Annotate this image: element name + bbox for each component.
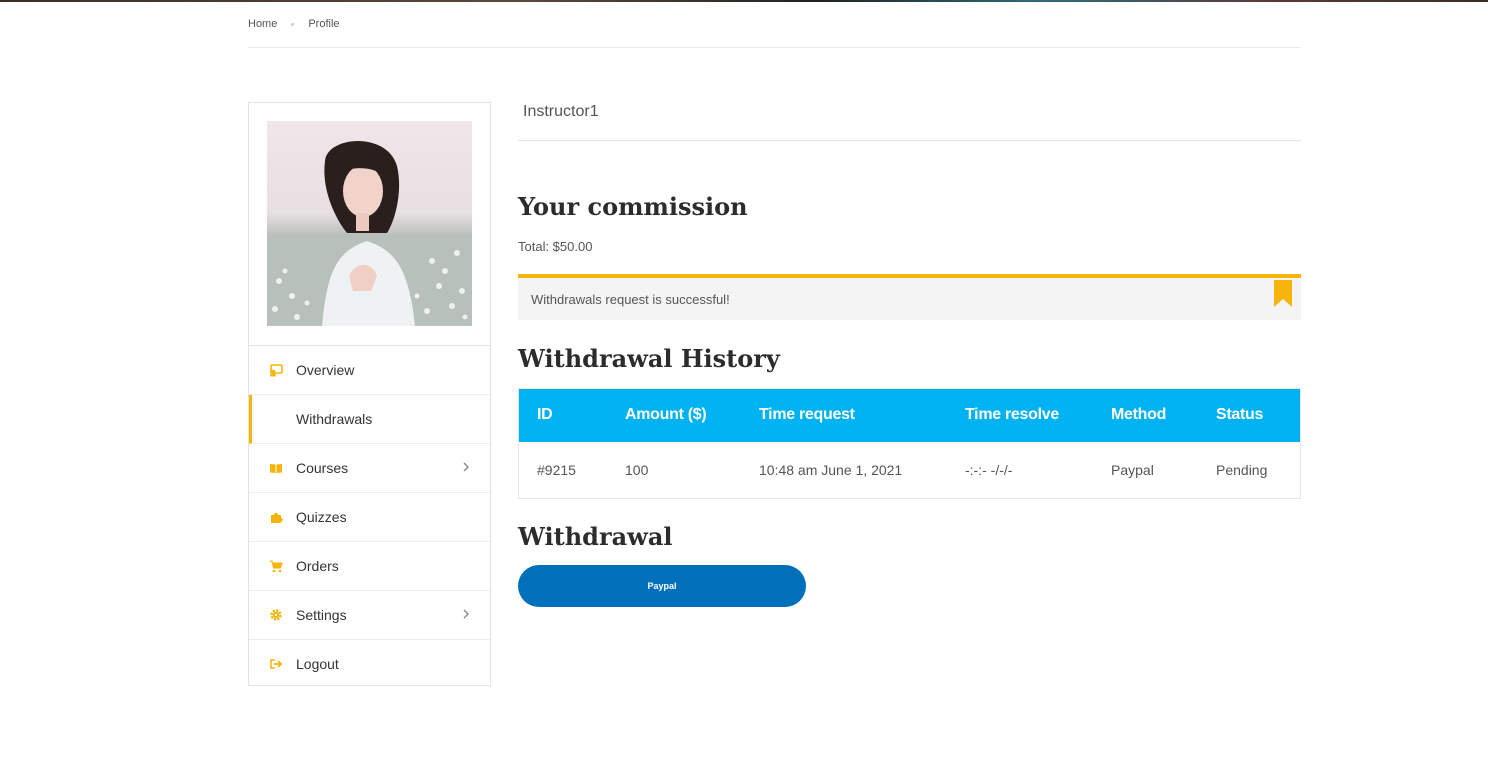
sidebar-item-label: Logout	[296, 656, 339, 672]
bookmark-icon	[1274, 280, 1292, 307]
breadcrumb-current: Profile	[308, 18, 340, 30]
column-header: Method	[1111, 406, 1167, 423]
sidebar-item-withdrawals[interactable]: Withdrawals	[249, 395, 490, 444]
breadcrumb: Home Profile	[248, 16, 340, 32]
sidebar-item-label: Courses	[296, 460, 349, 476]
profile-sidebar: Overview Withdrawals Courses Quizzes Ord…	[248, 102, 491, 686]
top-image-strip	[0, 0, 1488, 2]
sidebar-item-quizzes[interactable]: Quizzes	[249, 493, 490, 542]
commission-total: Total: $50.00	[518, 239, 593, 254]
table-cell: -:-:- -/-/-	[965, 462, 1013, 478]
sidebar-item-orders[interactable]: Orders	[249, 542, 490, 591]
logout-icon	[269, 657, 283, 671]
breadcrumb-home-link[interactable]: Home	[248, 18, 277, 30]
column-header: Time request	[759, 406, 855, 423]
column-header: Time resolve	[965, 406, 1059, 423]
sidebar-item-logout[interactable]: Logout	[249, 640, 490, 688]
table-cell: #9215	[537, 462, 576, 478]
sidebar-item-label: Orders	[296, 558, 339, 574]
alert-message: Withdrawals request is successful!	[531, 292, 730, 307]
sidebar-item-label: Quizzes	[296, 509, 347, 525]
avatar-container	[249, 103, 490, 346]
main-content: Instructor1 Your commission Total: $50.0…	[518, 102, 1301, 607]
withdrawal-history-heading: Withdrawal History	[518, 344, 780, 373]
table-header: ID Amount ($) Time request Time resolve …	[519, 389, 1300, 442]
sidebar-item-label: Withdrawals	[296, 411, 373, 427]
sidebar-item-label: Overview	[296, 362, 355, 378]
withdrawal-heading: Withdrawal	[518, 522, 673, 551]
column-header: Status	[1216, 406, 1264, 423]
sidebar-item-label: Settings	[296, 607, 347, 623]
profile-username: Instructor1	[523, 103, 599, 120]
column-header: Amount ($)	[625, 406, 707, 423]
paypal-withdraw-button[interactable]: Paypal	[518, 565, 806, 607]
table-cell: 10:48 am June 1, 2021	[759, 462, 903, 478]
puzzle-icon	[269, 510, 283, 524]
table-cell: Pending	[1216, 462, 1268, 478]
column-header: ID	[537, 406, 553, 423]
sidebar-item-overview[interactable]: Overview	[249, 346, 490, 395]
overview-icon	[269, 363, 283, 377]
divider	[518, 140, 1301, 141]
sidebar-item-courses[interactable]: Courses	[249, 444, 490, 493]
table-cell: Paypal	[1111, 462, 1154, 478]
table-row: #9215 100 10:48 am June 1, 2021 -:-:- -/…	[519, 442, 1300, 498]
breadcrumb-separator	[291, 22, 295, 26]
success-alert: Withdrawals request is successful!	[518, 274, 1301, 320]
chevron-right-icon[interactable]	[462, 460, 470, 474]
gear-icon	[269, 608, 283, 622]
cart-icon	[269, 559, 283, 573]
sidebar-item-settings[interactable]: Settings	[249, 591, 490, 640]
table-cell: 100	[625, 462, 649, 478]
divider	[248, 47, 1301, 48]
chevron-right-icon[interactable]	[462, 607, 470, 621]
avatar	[267, 121, 472, 326]
book-icon	[269, 461, 283, 475]
commission-heading: Your commission	[518, 192, 748, 221]
withdrawal-history-table: ID Amount ($) Time request Time resolve …	[518, 388, 1301, 499]
